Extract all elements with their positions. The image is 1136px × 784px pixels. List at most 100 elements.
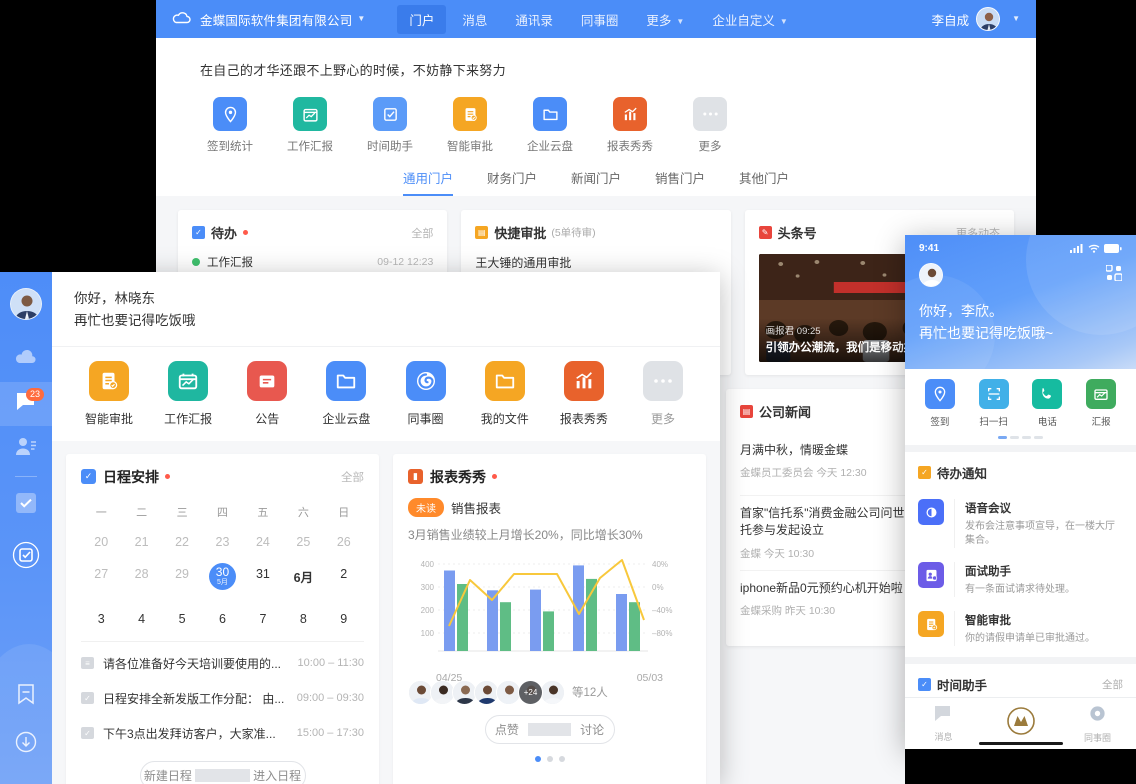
new-schedule-button[interactable]: 新建日程 (141, 767, 196, 784)
schedule-item[interactable]: ✓ 下午3点出发拜访客户，大家准... 15:00 – 17:30 (81, 716, 364, 751)
headline-icon: ✎ (758, 226, 772, 239)
app-shortcut-cloud-disk[interactable]: 企业云盘 (520, 97, 580, 154)
open-schedule-button[interactable]: 进入日程 (250, 767, 305, 784)
calendar-day[interactable]: 5 (162, 603, 202, 635)
calendar-day[interactable]: 8 (283, 603, 323, 635)
desktop-greeting: 你好，林晓东 再忙也要记得吃饭哦 (52, 272, 720, 346)
nav-item-messages[interactable]: 消息 (450, 5, 499, 34)
app-shortcut-signin-stats[interactable]: 签到统计 (200, 97, 260, 154)
calendar-day[interactable]: 28 (121, 558, 161, 603)
carousel-dot-active[interactable] (534, 755, 541, 762)
sidebar-item-messages[interactable]: 23 (0, 382, 52, 426)
app-shortcut-smart-approval[interactable]: 智能审批 (440, 97, 500, 154)
discuss-button[interactable]: 讨论 (571, 721, 614, 738)
calendar-day[interactable]: 22 (162, 526, 202, 558)
desktop-app-colleague-circle[interactable]: 同事圈 (389, 360, 463, 427)
nav-item-contacts[interactable]: 通讯录 (503, 5, 565, 34)
desktop-app-work-report[interactable]: 工作汇报 (151, 360, 225, 427)
quick-action-phone[interactable]: 电话 (1024, 379, 1070, 428)
svg-text:300: 300 (421, 583, 435, 592)
avatar[interactable] (919, 263, 943, 287)
calendar-day[interactable]: 23 (202, 526, 242, 558)
calendar-day[interactable]: 29 (162, 558, 202, 603)
user-menu[interactable]: 李自成 ▼ (932, 7, 1020, 31)
quick-action-scan[interactable]: 扫一扫 (971, 379, 1017, 428)
avatar-overflow-count: +24 (519, 680, 542, 704)
carousel-dot[interactable] (558, 755, 565, 762)
schedule-item[interactable]: ≡ 请各位准备好今天培训要使用的... 10:00 – 11:30 (81, 646, 364, 681)
calendar-day[interactable]: 6 (202, 603, 242, 635)
calendar-day[interactable]: 31 (243, 558, 283, 603)
carousel-dot-active[interactable] (998, 436, 1007, 439)
schedule-icon (12, 541, 40, 574)
report-description: 3月销售业绩较上月增长20%，同比增长30% (408, 527, 643, 542)
nav-item-colleagues[interactable]: 同事圈 (569, 5, 631, 34)
desktop-app-announcement[interactable]: 公告 (230, 360, 304, 427)
nav-item-more[interactable]: 更多 ▼ (634, 5, 696, 34)
view-all-link[interactable]: 全部 (1102, 677, 1123, 692)
sidebar-item-cloud[interactable] (0, 338, 52, 382)
mobile-tab-colleagues[interactable]: 同事圈 (1059, 704, 1136, 744)
mobile-tab-messages[interactable]: 消息 (905, 705, 982, 743)
quick-action-report[interactable]: 汇报 (1078, 379, 1124, 428)
calendar-day[interactable]: 7 (243, 603, 283, 635)
calendar-day[interactable]: 3 (81, 603, 121, 635)
schedule-text: 日程安排全新发版工作分配： 由... (103, 691, 285, 706)
sidebar-item-tasks[interactable] (0, 483, 52, 527)
carousel-dot[interactable] (1010, 436, 1019, 439)
carousel-dot[interactable] (546, 755, 553, 762)
app-shortcut-time-helper[interactable]: 时间助手 (360, 97, 420, 154)
calendar-day-today[interactable]: 30 5月 (202, 558, 242, 603)
schedule-icon: ✓ (918, 678, 931, 691)
notification-item[interactable]: 面试助手 有一条面试请求待处理。 (918, 555, 1123, 604)
todo-item[interactable]: 工作汇报 09-12 12:23 (192, 254, 433, 270)
section-title: 待办通知 (937, 467, 988, 481)
tab-other-portal[interactable]: 其他门户 (739, 168, 789, 196)
notification-item[interactable]: 语音会议 发布会注意事项宣导，在一楼大厅集合。 (918, 492, 1123, 555)
calendar-day[interactable]: 2 (324, 558, 364, 603)
app-shortcut-work-report[interactable]: 工作汇报 (280, 97, 340, 154)
tab-finance-portal[interactable]: 财务门户 (487, 168, 537, 196)
apps-grid-icon[interactable] (1105, 263, 1123, 286)
notification-item[interactable]: 智能审批 你的请假申请单已审批通过。 (918, 604, 1123, 653)
calendar-day[interactable]: 26 (324, 526, 364, 558)
desktop-app-smart-approval[interactable]: 智能审批 (72, 360, 146, 427)
tab-news-portal[interactable]: 新闻门户 (571, 168, 621, 196)
app-shortcut-more[interactable]: 更多 (680, 97, 740, 154)
schedule-item[interactable]: ✓ 日程安排全新发版工作分配： 由... 09:00 – 09:30 (81, 681, 364, 716)
carousel-dot[interactable] (1034, 436, 1043, 439)
sidebar-item-bookmark[interactable] (0, 674, 52, 718)
like-button[interactable]: 点赞 (486, 721, 529, 738)
calendar-day[interactable]: 27 (81, 558, 121, 603)
avatar-overflow[interactable]: +24 (518, 679, 543, 705)
app-shortcut-report-show[interactable]: 报表秀秀 (600, 97, 660, 154)
tab-sales-portal[interactable]: 销售门户 (655, 168, 705, 196)
calendar-day[interactable]: 9 (324, 603, 364, 635)
calendar-day[interactable]: 25 (283, 526, 323, 558)
sidebar-item-schedule[interactable] (0, 535, 52, 579)
desktop-app-my-files[interactable]: 我的文件 (468, 360, 542, 427)
view-all-link[interactable]: 全部 (411, 225, 433, 241)
view-all-link[interactable]: 全部 (341, 469, 364, 485)
calendar-day[interactable]: 24 (243, 526, 283, 558)
avatar[interactable] (10, 288, 42, 320)
sidebar-item-contacts[interactable] (0, 426, 52, 470)
calendar-day[interactable]: 4 (121, 603, 161, 635)
nav-item-portal[interactable]: 门户 (397, 4, 447, 34)
carousel-dot[interactable] (1022, 436, 1031, 439)
calendar-day[interactable]: 20 (81, 526, 121, 558)
chevron-down-icon[interactable]: ▼ (357, 14, 365, 23)
chevron-down-icon[interactable]: ▼ (1012, 14, 1020, 23)
message-icon (935, 705, 950, 721)
desktop-app-cloud-disk[interactable]: 企业云盘 (309, 360, 383, 427)
calendar-day[interactable]: 6月 (283, 558, 323, 603)
desktop-app-report-show[interactable]: 报表秀秀 (547, 360, 621, 427)
calendar-day[interactable]: 21 (121, 526, 161, 558)
tab-general-portal[interactable]: 通用门户 (402, 168, 453, 196)
desktop-app-more[interactable]: 更多 (626, 360, 700, 427)
sidebar-item-download[interactable] (0, 722, 52, 766)
nav-item-custom[interactable]: 企业自定义 ▼ (700, 5, 799, 34)
mobile-tab-home[interactable] (982, 706, 1059, 741)
company-name[interactable]: 金蝶国际软件集团有限公司 (200, 10, 352, 29)
quick-action-signin[interactable]: 签到 (917, 379, 963, 428)
